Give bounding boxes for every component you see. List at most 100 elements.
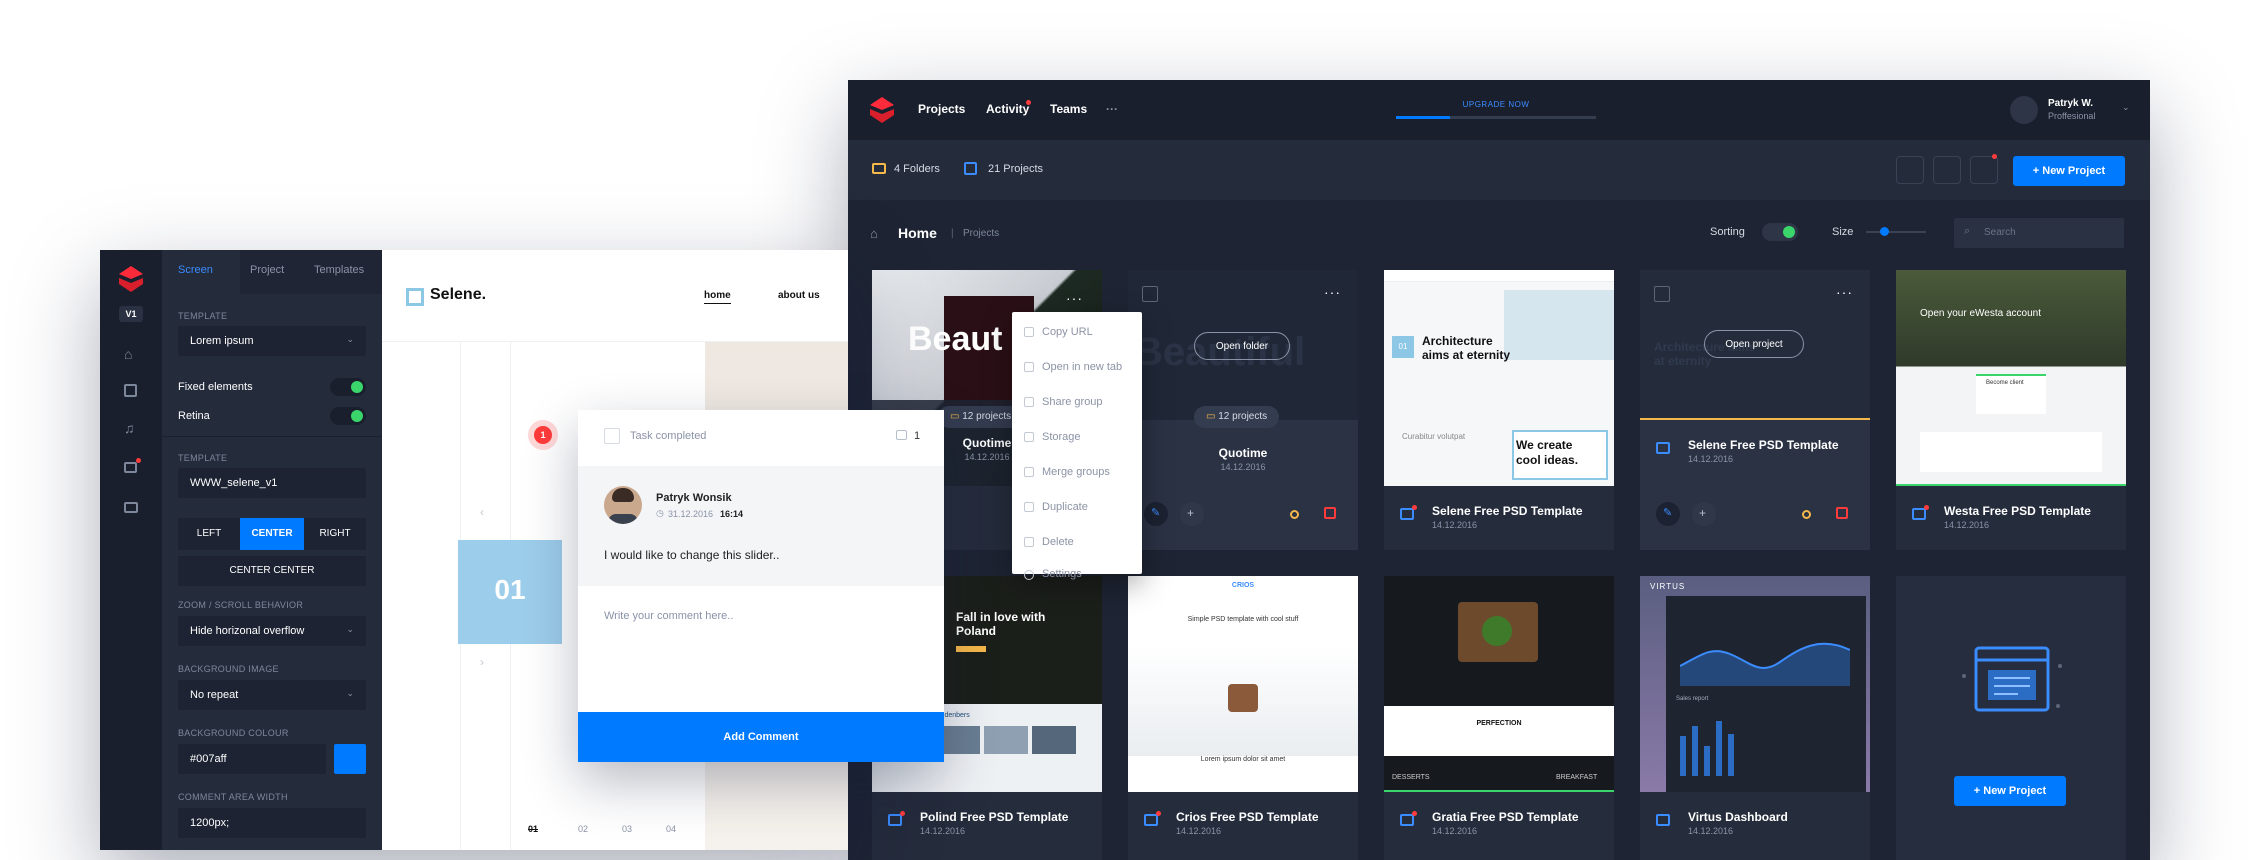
settings-panel: Screen Project Templates Project Templat… — [162, 250, 382, 850]
comment-marker[interactable]: 1 — [534, 426, 552, 444]
project-card[interactable]: CRIOS Simple PSD template with cool stuf… — [1128, 576, 1358, 860]
card-checkbox[interactable] — [1142, 286, 1158, 302]
comment-icon[interactable] — [1324, 507, 1336, 519]
search-input[interactable]: ⌕ Search — [1954, 218, 2124, 248]
new-project-card[interactable]: + New Project — [1896, 576, 2126, 860]
comment-date: 31.12.2016 — [668, 509, 714, 519]
zoom-select[interactable]: Hide horizonal overflow ⌄ — [178, 616, 366, 646]
retina-toggle[interactable] — [330, 407, 366, 425]
new-project-button[interactable]: + New Project — [1954, 776, 2066, 806]
slider-prev-icon[interactable]: ‹ — [480, 505, 484, 519]
comment-icon[interactable] — [1836, 507, 1848, 519]
open-folder-button[interactable]: Open folder — [1194, 332, 1290, 360]
image-icon — [888, 814, 902, 826]
align-center-button[interactable]: CENTER — [240, 518, 304, 550]
fixed-elements-toggle[interactable] — [330, 378, 366, 396]
bg-colour-label: BACKGROUND COLOUR — [178, 728, 289, 738]
sorting-toggle[interactable] — [1762, 223, 1798, 241]
slider-next-icon[interactable]: › — [480, 655, 484, 669]
user-menu-chevron-icon[interactable]: ⌄ — [2122, 102, 2130, 113]
thumb-quote: We create cool ideas. — [1516, 438, 1579, 467]
trash-icon[interactable] — [1970, 156, 1998, 184]
menu-item-settings[interactable]: Settings — [1042, 568, 1082, 580]
project-card[interactable]: PERFECTION DESSERTS BREAKFAST Gratia Fre… — [1384, 576, 1614, 860]
pager-item[interactable]: 01 — [528, 824, 538, 834]
monitor-icon[interactable] — [124, 502, 138, 513]
menu-item-duplicate[interactable]: Duplicate — [1042, 501, 1088, 513]
breadcrumb-home[interactable]: Home — [898, 225, 937, 241]
card-thumbnail: PERFECTION DESSERTS BREAKFAST — [1384, 576, 1614, 792]
menu-item-delete[interactable]: Delete — [1042, 536, 1074, 548]
project-card[interactable]: VIRTUS Sales report Virtus Dashboard 14.… — [1640, 576, 1870, 860]
menu-item-open-new-tab[interactable]: Open in new tab — [1042, 361, 1122, 373]
open-project-button[interactable]: Open project — [1704, 330, 1804, 358]
bg-image-select[interactable]: No repeat ⌄ — [178, 680, 366, 710]
bg-colour-input[interactable]: #007aff — [178, 744, 326, 774]
size-slider-handle[interactable] — [1880, 227, 1889, 236]
card-dot — [900, 811, 905, 816]
add-icon[interactable]: + — [1180, 502, 1204, 526]
project-card[interactable]: Open your eWesta account Become client W… — [1896, 270, 2126, 550]
version-badge[interactable]: V1 — [119, 306, 143, 322]
align-right-button[interactable]: RIGHT — [304, 518, 366, 550]
upgrade-now-link[interactable]: UPGRADE NOW — [1416, 100, 1576, 109]
folders-count[interactable]: 4 Folders — [894, 163, 940, 175]
card-more-icon[interactable]: ··· — [1324, 284, 1341, 300]
edit-icon[interactable]: ✎ — [1144, 502, 1168, 526]
size-label: Size — [1832, 226, 1854, 238]
thumb-panel — [1920, 432, 2102, 472]
pager-item[interactable]: 02 — [578, 824, 588, 834]
pager-item[interactable]: 04 — [666, 824, 676, 834]
card-checkbox[interactable] — [1654, 286, 1670, 302]
menu-item-share-group[interactable]: Share group — [1042, 396, 1103, 408]
copy-icon[interactable] — [1896, 156, 1924, 184]
home-icon[interactable]: ⌂ — [124, 346, 132, 362]
project-card[interactable]: 01 Architecture aims at eternity Curabit… — [1384, 270, 1614, 550]
template-name-input[interactable]: WWW_selene_v1 — [178, 468, 366, 498]
nav-projects[interactable]: Projects — [918, 102, 965, 116]
pager-item[interactable]: 03 — [622, 824, 632, 834]
list-view-icon[interactable] — [1933, 156, 1961, 184]
app-logo-icon[interactable] — [870, 97, 894, 123]
template-select[interactable]: Lorem ipsum ⌄ — [178, 326, 366, 356]
center-center-button[interactable]: CENTER CENTER — [178, 556, 366, 586]
project-card[interactable]: Architecture aims at eternity ··· Open p… — [1640, 270, 1870, 550]
colour-swatch[interactable] — [334, 744, 366, 774]
menu-item-copy-url[interactable]: Copy URL — [1042, 326, 1093, 338]
duplicate-icon — [1024, 502, 1034, 512]
add-comment-button[interactable]: Add Comment — [578, 712, 944, 762]
projects-count[interactable]: 21 Projects — [988, 163, 1043, 175]
box-icon[interactable] — [124, 384, 137, 397]
project-card[interactable]: Beautiful ··· Open folder ▭ 12 projects … — [1128, 270, 1358, 550]
home-icon[interactable]: ⌂ — [870, 226, 878, 241]
chat-icon[interactable] — [124, 462, 137, 473]
user-avatar[interactable] — [2010, 96, 2038, 124]
bell-icon[interactable]: ♫ — [124, 420, 135, 436]
task-checkbox[interactable] — [604, 428, 620, 444]
site-nav-about[interactable]: about us — [778, 290, 820, 301]
new-project-button[interactable]: + New Project — [2013, 156, 2125, 186]
tab-screen[interactable]: Screen — [178, 264, 213, 276]
thumb-bar — [1728, 734, 1734, 776]
tab-templates-label[interactable]: Templates — [314, 264, 364, 276]
nav-teams[interactable]: Teams — [1050, 102, 1087, 116]
user-name: Patryk W. — [2048, 98, 2094, 109]
size-slider-track[interactable] — [1866, 231, 1926, 233]
add-icon[interactable]: + — [1692, 502, 1716, 526]
comment-width-input[interactable]: 1200px; — [178, 808, 366, 838]
align-left-button[interactable]: LEFT — [178, 518, 240, 550]
projects-badge: ▭ 12 projects — [1194, 406, 1280, 428]
site-nav-home[interactable]: home — [704, 290, 731, 304]
app-logo-icon[interactable] — [119, 266, 143, 292]
card-dot — [1924, 505, 1929, 510]
thumb-bar — [1692, 726, 1698, 776]
edit-icon[interactable]: ✎ — [1656, 502, 1680, 526]
nav-more-icon[interactable]: ··· — [1106, 102, 1118, 116]
card-more-icon[interactable]: ··· — [1066, 290, 1083, 306]
tab-project-label[interactable]: Project — [250, 264, 284, 276]
nav-activity[interactable]: Activity — [986, 102, 1029, 116]
card-more-icon[interactable]: ··· — [1836, 284, 1853, 300]
comment-input[interactable]: Write your comment here.. — [604, 610, 733, 622]
menu-item-merge-groups[interactable]: Merge groups — [1042, 466, 1110, 478]
menu-item-storage[interactable]: Storage — [1042, 431, 1081, 443]
